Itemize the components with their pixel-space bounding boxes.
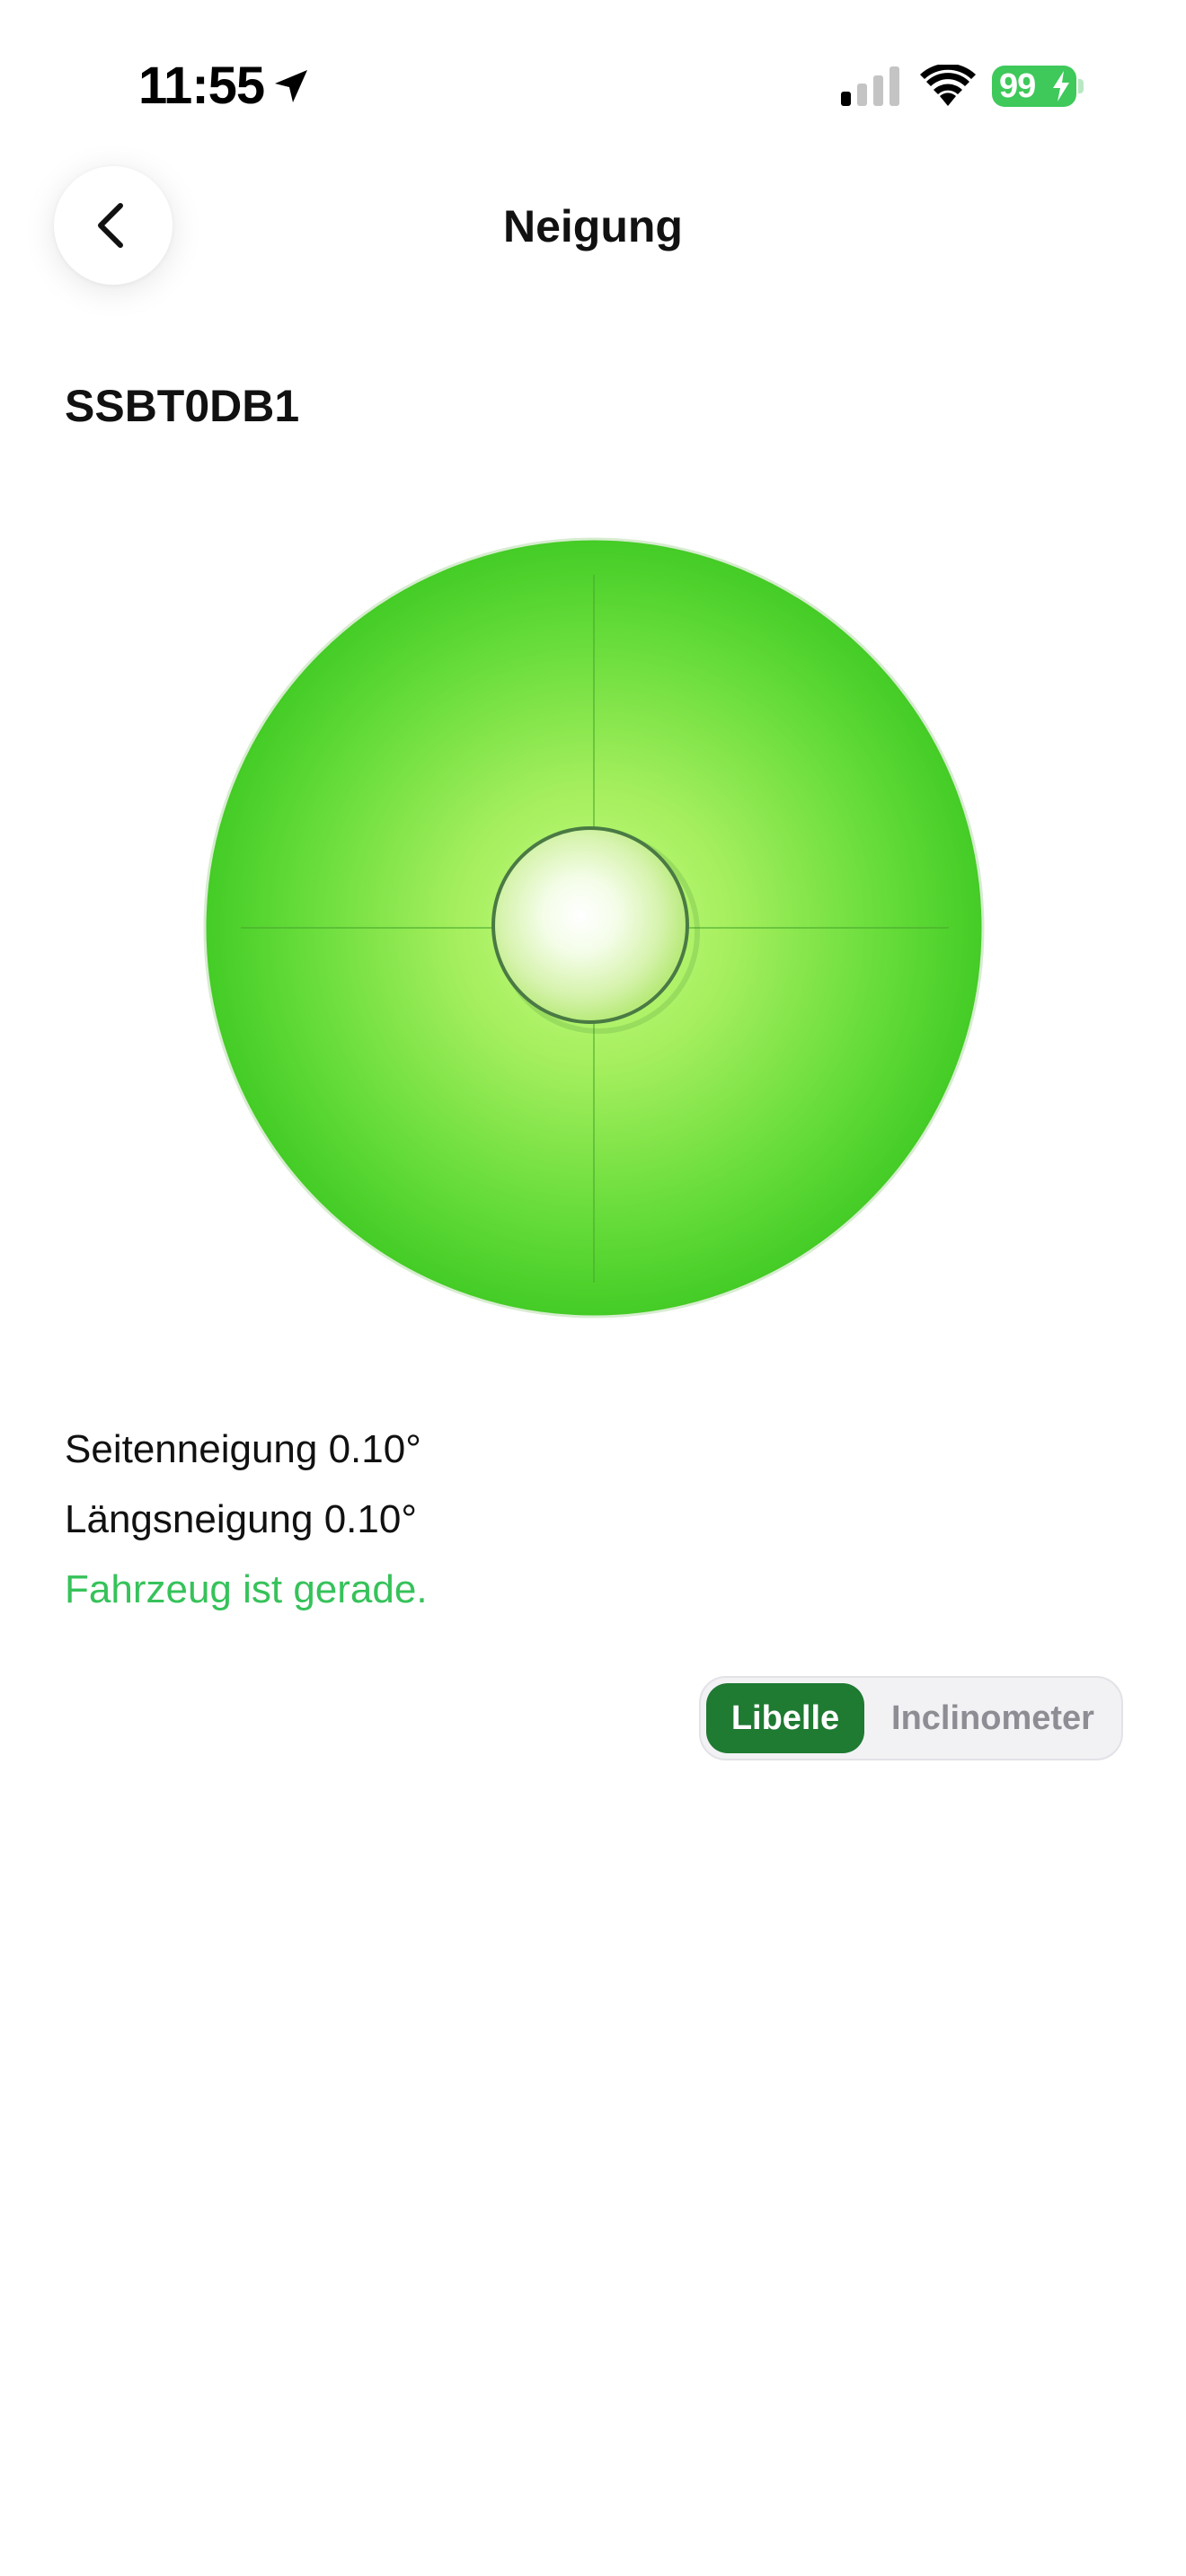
longitudinal-tilt-reading: Längsneigung 0.10° [65, 1497, 417, 1541]
battery-tip [1078, 79, 1084, 93]
bolt-icon [1053, 71, 1069, 101]
battery-level: 99 [999, 67, 1036, 105]
level-status-message: Fahrzeug ist gerade. [65, 1567, 428, 1611]
wifi-icon [920, 65, 976, 106]
segment-inclinometer[interactable]: Inclinometer [868, 1683, 1118, 1753]
location-arrow-icon [275, 70, 307, 102]
page-title: Neigung [503, 201, 683, 251]
device-name: SSBT0DB1 [65, 381, 300, 431]
battery-charging-icon: 99 [992, 66, 1076, 107]
status-time: 11:55 [138, 57, 265, 115]
segment-libelle[interactable]: Libelle [706, 1683, 864, 1753]
mode-segmented-control: Libelle Inclinometer [699, 1676, 1123, 1760]
bubble [491, 826, 689, 1024]
screen: 11:55 99 Neigung SSBT0DB1 Seitenneigung … [0, 0, 1186, 2576]
cellular-signal-icon [841, 66, 899, 106]
bubble-level [203, 537, 985, 1319]
side-tilt-reading: Seitenneigung 0.10° [65, 1427, 421, 1471]
